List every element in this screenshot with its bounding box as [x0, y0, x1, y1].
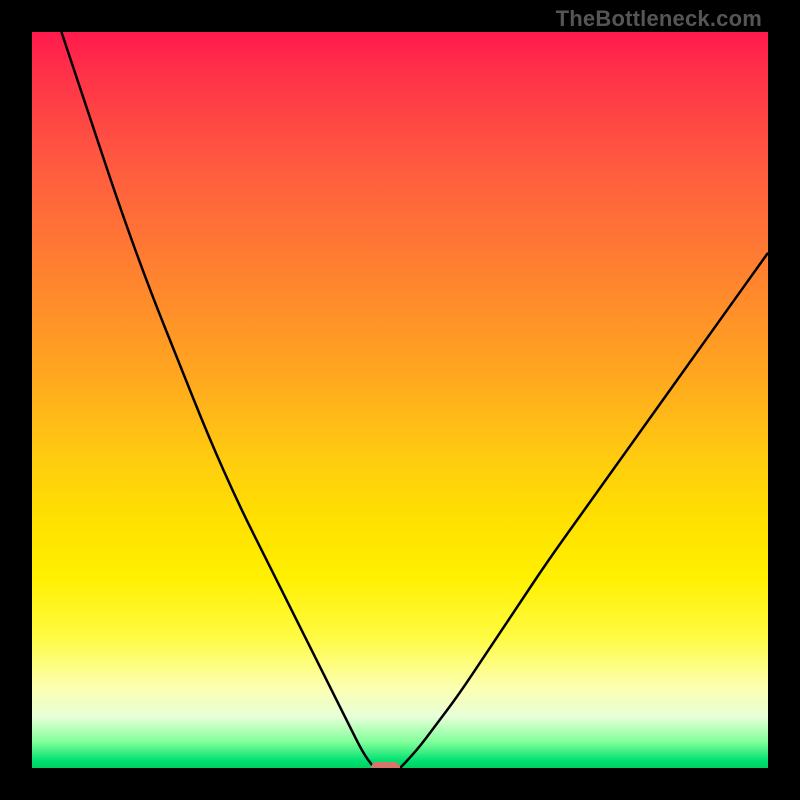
curve-left-branch [61, 32, 374, 768]
bottleneck-curve [32, 32, 768, 768]
watermark-text: TheBottleneck.com [556, 6, 762, 32]
plot-area [32, 32, 768, 768]
optimum-marker [371, 762, 400, 768]
curve-right-branch [400, 253, 768, 768]
